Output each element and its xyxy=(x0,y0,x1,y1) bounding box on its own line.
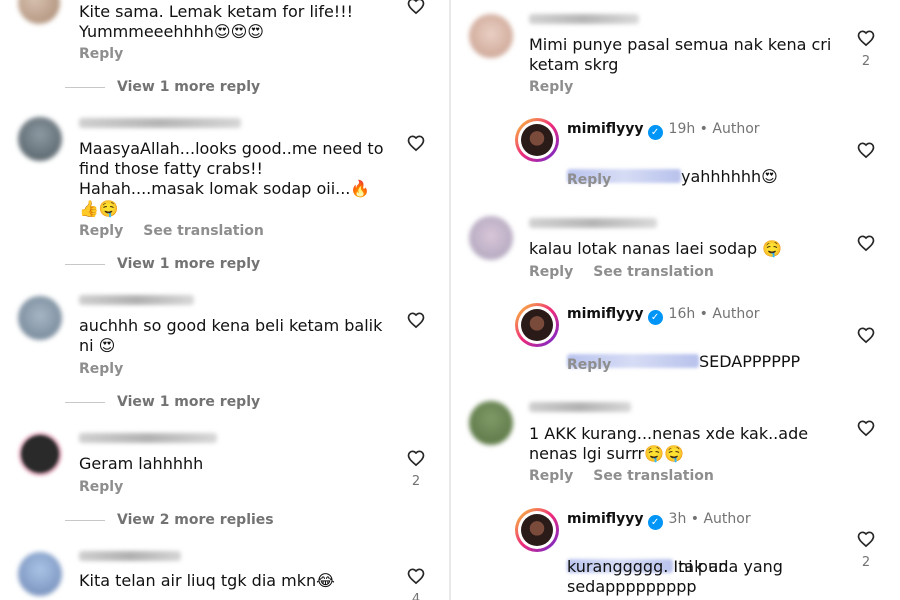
like-count: 2 xyxy=(861,555,871,570)
comment-text: Geram lahhhhh xyxy=(79,454,204,473)
view-more-replies-button[interactable]: View 1 more reply xyxy=(65,256,260,272)
verified-badge-icon: ✓ xyxy=(647,125,663,140)
heart-outline-icon[interactable] xyxy=(405,0,427,16)
divider-line xyxy=(65,519,105,521)
see-translation-button[interactable]: See translation xyxy=(593,264,714,280)
heart-outline-icon[interactable] xyxy=(405,133,427,153)
author-label: Author xyxy=(712,121,760,137)
like-count: 4 xyxy=(411,592,421,600)
comment-text: MaasyaAllah...looks good..me need to fin… xyxy=(79,139,384,218)
comment-text: Kite sama. Lemak ketam for life!!! Yummm… xyxy=(79,2,354,41)
reply-button[interactable]: Reply xyxy=(567,172,611,188)
comment-text: kalau lotak nanas laei sodap 🤤 xyxy=(529,239,783,258)
view-more-replies-button[interactable]: View 1 more reply xyxy=(65,394,260,410)
username-redacted xyxy=(529,402,631,412)
heart-outline-icon[interactable] xyxy=(855,233,877,253)
heart-outline-icon[interactable] xyxy=(855,529,877,549)
username-redacted xyxy=(79,551,181,561)
comment-text: Mimi punye pasal semua nak kena cri keta… xyxy=(529,35,832,74)
avatar[interactable] xyxy=(18,552,62,596)
comment-text: 1 AKK kurang...nenas xde kak..ade nenas … xyxy=(529,424,809,463)
author-username[interactable]: mimiflyyy xyxy=(567,306,644,322)
username-redacted xyxy=(79,433,217,443)
author-username[interactable]: mimiflyyy xyxy=(567,511,644,527)
reply-button[interactable]: Reply xyxy=(79,479,123,495)
username-redacted xyxy=(529,218,657,228)
view-more-replies-button[interactable]: View 1 more reply xyxy=(65,79,260,95)
author-avatar[interactable] xyxy=(515,508,559,552)
username-redacted xyxy=(529,14,639,24)
author-avatar[interactable] xyxy=(515,303,559,347)
avatar[interactable] xyxy=(469,14,513,58)
verified-badge-icon: ✓ xyxy=(647,515,663,530)
comment-time: 3h xyxy=(668,511,687,527)
reply-button[interactable]: Reply xyxy=(79,361,123,377)
profile-photo xyxy=(521,309,553,341)
reply-button[interactable]: Reply xyxy=(79,46,123,62)
view-more-replies-button[interactable]: View 2 more replies xyxy=(65,512,274,528)
username-redacted xyxy=(79,295,194,305)
reply-button[interactable]: Reply xyxy=(567,357,611,373)
reply-button[interactable]: Reply xyxy=(529,468,573,484)
heart-outline-icon[interactable] xyxy=(405,310,427,330)
comment-text: yahhhhhh😍 xyxy=(681,167,778,186)
profile-photo xyxy=(521,514,553,546)
right-comment-panel: Mimi punye pasal semua nak kena cri keta… xyxy=(451,0,900,600)
see-translation-button[interactable]: See translation xyxy=(143,223,264,239)
heart-outline-icon[interactable] xyxy=(855,418,877,438)
comment-text: SEDAPPPPPP xyxy=(699,352,801,371)
like-count: 2 xyxy=(411,474,421,489)
avatar[interactable] xyxy=(18,0,60,24)
comment-text: kuranggggg. Ini pun sedappppppppp xyxy=(567,557,729,596)
heart-outline-icon[interactable] xyxy=(405,448,427,468)
story-avatar[interactable] xyxy=(18,432,62,476)
heart-outline-icon[interactable] xyxy=(855,140,877,160)
comment-time: 16h xyxy=(668,306,696,322)
comment-time: 19h xyxy=(668,121,696,137)
comment-text: auchhh so good kena beli ketam balik ni … xyxy=(79,316,383,355)
comment-text: Kita telan air liuq tgk dia mkn😂 xyxy=(79,571,335,590)
reply-button[interactable]: Reply xyxy=(79,223,123,239)
divider-line xyxy=(65,263,105,265)
like-count: 2 xyxy=(861,54,871,69)
author-username[interactable]: mimiflyyy xyxy=(567,121,644,137)
avatar[interactable] xyxy=(18,296,62,340)
separator-dot: • xyxy=(699,121,708,137)
verified-badge-icon: ✓ xyxy=(647,310,663,325)
divider-line xyxy=(65,401,105,403)
reply-button[interactable]: Reply xyxy=(529,79,573,95)
heart-outline-icon[interactable] xyxy=(855,28,877,48)
heart-outline-icon[interactable] xyxy=(855,325,877,345)
author-label: Author xyxy=(703,511,751,527)
separator-dot: • xyxy=(690,511,700,527)
author-avatar[interactable] xyxy=(515,118,559,162)
username-redacted xyxy=(79,118,241,128)
avatar[interactable] xyxy=(469,401,513,445)
author-label: Author xyxy=(712,306,760,322)
divider-line xyxy=(65,86,105,88)
reply-button[interactable]: Reply xyxy=(529,264,573,280)
avatar[interactable] xyxy=(18,117,62,161)
avatar[interactable] xyxy=(469,216,513,260)
heart-outline-icon[interactable] xyxy=(405,566,427,586)
profile-photo xyxy=(521,124,553,156)
left-comment-panel: Kite sama. Lemak ketam for life!!! Yummm… xyxy=(0,0,449,600)
separator-dot: • xyxy=(699,306,708,322)
see-translation-button[interactable]: See translation xyxy=(593,468,714,484)
